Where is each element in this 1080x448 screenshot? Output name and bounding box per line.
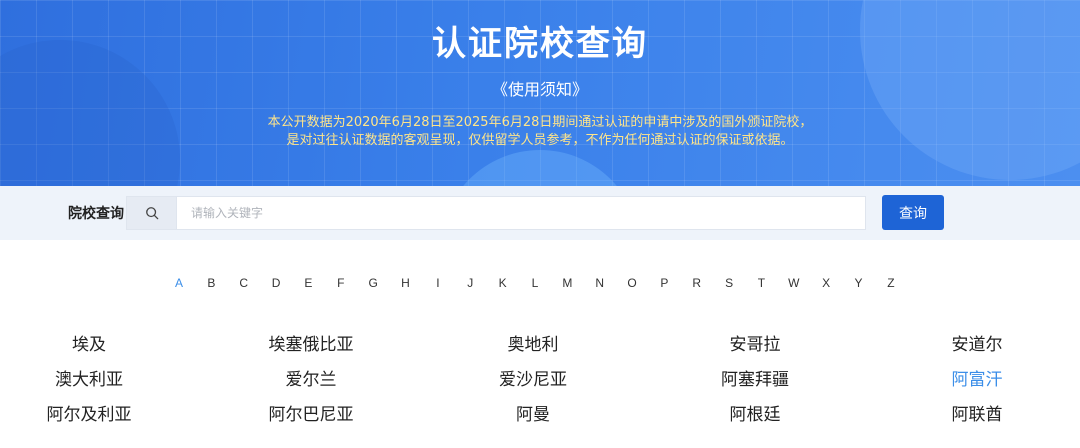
country-row: 澳大利亚 爱尔兰 爱沙尼亚 阿塞拜疆 阿富汗: [0, 367, 1080, 402]
country-link[interactable]: 阿尔巴尼亚: [221, 402, 401, 428]
letter-filter-d[interactable]: D: [267, 276, 285, 294]
hero-banner: 认证院校查询 《使用须知》 本公开数据为2020年6月28日至2025年6月28…: [0, 0, 1080, 186]
country-link[interactable]: 阿根廷: [665, 402, 845, 428]
letter-filter-e[interactable]: E: [299, 276, 317, 294]
country-link[interactable]: 安哥拉: [665, 332, 845, 358]
country-link[interactable]: 阿曼: [443, 402, 623, 428]
letter-filter-x[interactable]: X: [817, 276, 835, 294]
country-link[interactable]: 埃及: [0, 332, 179, 358]
letter-filter-f[interactable]: F: [332, 276, 350, 294]
letter-filter-z[interactable]: Z: [882, 276, 900, 294]
country-link[interactable]: 澳大利亚: [0, 367, 179, 393]
letter-filter-y[interactable]: Y: [850, 276, 868, 294]
letter-filter-m[interactable]: M: [558, 276, 576, 294]
letter-filter-k[interactable]: K: [494, 276, 512, 294]
search-input[interactable]: [176, 196, 866, 230]
country-link[interactable]: 阿联酋: [887, 402, 1067, 428]
country-link[interactable]: 爱尔兰: [221, 367, 401, 393]
letter-filter-j[interactable]: J: [461, 276, 479, 294]
country-link[interactable]: 安道尔: [887, 332, 1067, 358]
letter-filter-t[interactable]: T: [752, 276, 770, 294]
country-row: 阿尔及利亚 阿尔巴尼亚 阿曼 阿根廷 阿联酋: [0, 402, 1080, 437]
letter-filter-h[interactable]: H: [397, 276, 415, 294]
letter-filter-i[interactable]: I: [429, 276, 447, 294]
country-list: 埃及 埃塞俄比亚 奥地利 安哥拉 安道尔 澳大利亚 爱尔兰 爱沙尼亚 阿塞拜疆 阿富汗 阿尔及利亚阿…: [0, 332, 1080, 437]
search-label: 院校查询: [68, 206, 124, 222]
letter-filter-r[interactable]: R: [688, 276, 706, 294]
letter-filter-b[interactable]: B: [202, 276, 220, 294]
letter-filter-c[interactable]: C: [235, 276, 253, 294]
search-icon-glyph: [145, 207, 158, 220]
country-link[interactable]: 阿富汗: [887, 367, 1067, 393]
letter-filter-p[interactable]: P: [655, 276, 673, 294]
letter-filter-o[interactable]: O: [623, 276, 641, 294]
letter-filter-g[interactable]: G: [364, 276, 382, 294]
letter-filter-s[interactable]: S: [720, 276, 738, 294]
disclaimer-line-2: 是对过往认证数据的客观呈现，仅供留学人员参考，不作为任何通过认证的保证或依据。: [286, 133, 794, 148]
disclaimer-text: 本公开数据为2020年6月28日至2025年6月28日期间通过认证的申请中涉及的…: [0, 114, 1080, 150]
alphabet-filter: ABCDEFGHIJKLMNOPRSTWXYZ: [170, 276, 900, 294]
letter-filter-n[interactable]: N: [591, 276, 609, 294]
disclaimer-line-1: 本公开数据为2020年6月28日至2025年6月28日期间通过认证的申请中涉及的…: [267, 115, 813, 130]
letter-filter-w[interactable]: W: [785, 276, 803, 294]
country-row: 埃及 埃塞俄比亚 奥地利 安哥拉 安道尔: [0, 332, 1080, 367]
page-title: 认证院校查询: [432, 24, 648, 64]
search-bar: 院校查询 查询: [0, 186, 1080, 240]
letter-filter-l[interactable]: L: [526, 276, 544, 294]
country-link[interactable]: 阿塞拜疆: [665, 367, 845, 393]
country-link[interactable]: 爱沙尼亚: [443, 367, 623, 393]
letter-filter-a[interactable]: A: [170, 276, 188, 294]
search-icon: [126, 196, 176, 230]
usage-notice-link[interactable]: 《使用须知》: [0, 76, 1080, 100]
country-link[interactable]: 阿尔及利亚: [0, 402, 179, 428]
country-link[interactable]: 奥地利: [443, 332, 623, 358]
country-link[interactable]: 埃塞俄比亚: [221, 332, 401, 358]
search-button[interactable]: 查询: [882, 195, 944, 230]
